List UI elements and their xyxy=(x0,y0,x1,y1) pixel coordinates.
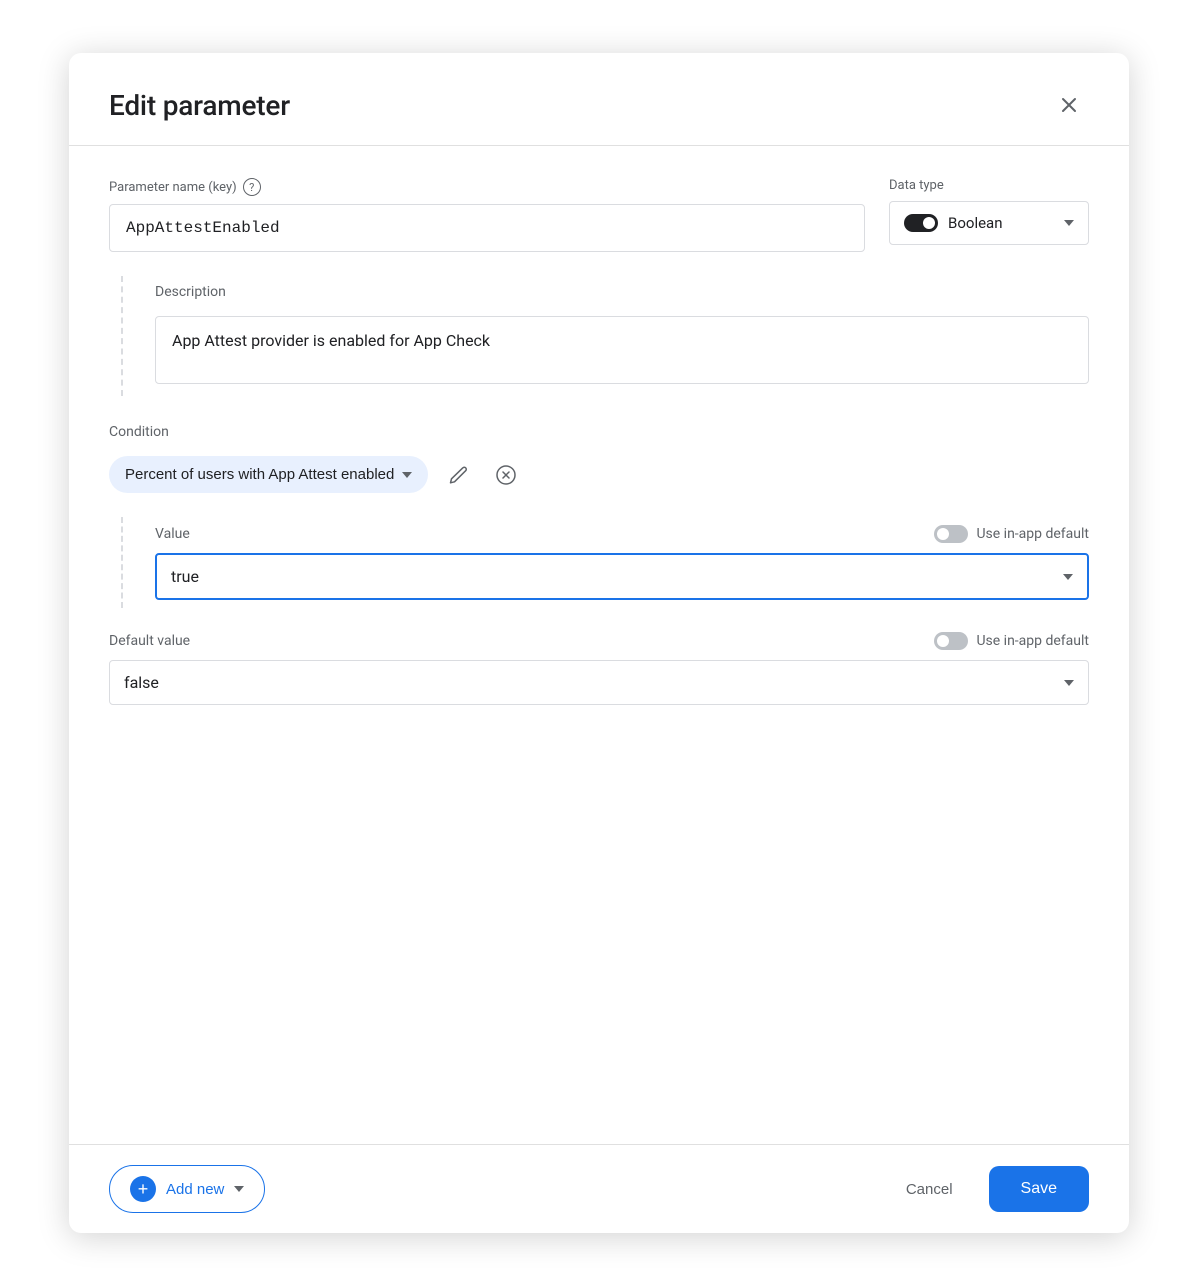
default-value-select[interactable]: false xyxy=(109,660,1089,705)
value-selected: true xyxy=(171,567,199,586)
dialog-footer: + Add new Cancel Save xyxy=(69,1145,1129,1233)
description-input[interactable]: App Attest provider is enabled for App C… xyxy=(155,316,1089,384)
dialog-header: Edit parameter xyxy=(69,53,1129,146)
param-name-input[interactable] xyxy=(109,204,865,252)
data-type-value: Boolean xyxy=(948,214,1003,232)
dialog-body: Parameter name (key) ? Data type Boolean… xyxy=(69,146,1129,1144)
param-name-label: Parameter name (key) ? xyxy=(109,178,865,196)
default-value-row: Default value Use in-app default xyxy=(109,632,1089,650)
edit-condition-button[interactable] xyxy=(440,457,476,493)
footer-actions: Cancel Save xyxy=(886,1166,1089,1212)
save-button[interactable]: Save xyxy=(989,1166,1089,1212)
help-icon[interactable]: ? xyxy=(243,178,261,196)
default-use-inapp-toggle[interactable] xyxy=(934,632,968,650)
close-button[interactable] xyxy=(1049,85,1089,125)
add-circle-icon: + xyxy=(130,1176,156,1202)
add-new-button[interactable]: + Add new xyxy=(109,1165,265,1213)
value-label: Value xyxy=(155,526,190,542)
default-use-inapp-label: Use in-app default xyxy=(976,633,1089,649)
condition-chip-text: Percent of users with App Attest enabled xyxy=(125,466,394,483)
remove-condition-button[interactable] xyxy=(488,457,524,493)
description-section: Description App Attest provider is enabl… xyxy=(121,276,1089,396)
condition-chip-chevron-icon xyxy=(402,472,412,478)
cancel-button[interactable]: Cancel xyxy=(886,1169,973,1210)
default-value-section: Default value Use in-app default false xyxy=(109,632,1089,705)
dialog-title: Edit parameter xyxy=(109,89,290,122)
param-name-row: Parameter name (key) ? Data type Boolean xyxy=(109,178,1089,252)
data-type-group: Data type Boolean xyxy=(889,178,1089,245)
value-section: Value Use in-app default true xyxy=(121,517,1089,608)
value-use-inapp-label: Use in-app default xyxy=(976,526,1089,542)
default-value-selected: false xyxy=(124,673,159,692)
value-select[interactable]: true xyxy=(155,553,1089,600)
default-value-chevron-icon xyxy=(1064,680,1074,686)
condition-row: Percent of users with App Attest enabled xyxy=(109,456,1089,493)
value-row: Value Use in-app default xyxy=(155,525,1089,543)
data-type-select[interactable]: Boolean xyxy=(889,201,1089,245)
edit-parameter-dialog: Edit parameter Parameter name (key) ? Da… xyxy=(69,53,1129,1233)
value-use-inapp-toggle[interactable] xyxy=(934,525,968,543)
condition-chip[interactable]: Percent of users with App Attest enabled xyxy=(109,456,428,493)
add-new-label: Add new xyxy=(166,1181,224,1198)
param-name-group: Parameter name (key) ? xyxy=(109,178,865,252)
data-type-label: Data type xyxy=(889,178,1089,193)
boolean-toggle-icon xyxy=(904,214,938,232)
condition-label: Condition xyxy=(109,424,1089,440)
value-use-inapp-group: Use in-app default xyxy=(934,525,1089,543)
condition-section: Condition Percent of users with App Atte… xyxy=(109,424,1089,608)
add-new-chevron-icon xyxy=(234,1186,244,1192)
chevron-down-icon xyxy=(1064,220,1074,226)
value-select-chevron-icon xyxy=(1063,574,1073,580)
default-use-inapp-group: Use in-app default xyxy=(934,632,1089,650)
description-label: Description xyxy=(155,284,1089,300)
default-value-label: Default value xyxy=(109,633,190,649)
